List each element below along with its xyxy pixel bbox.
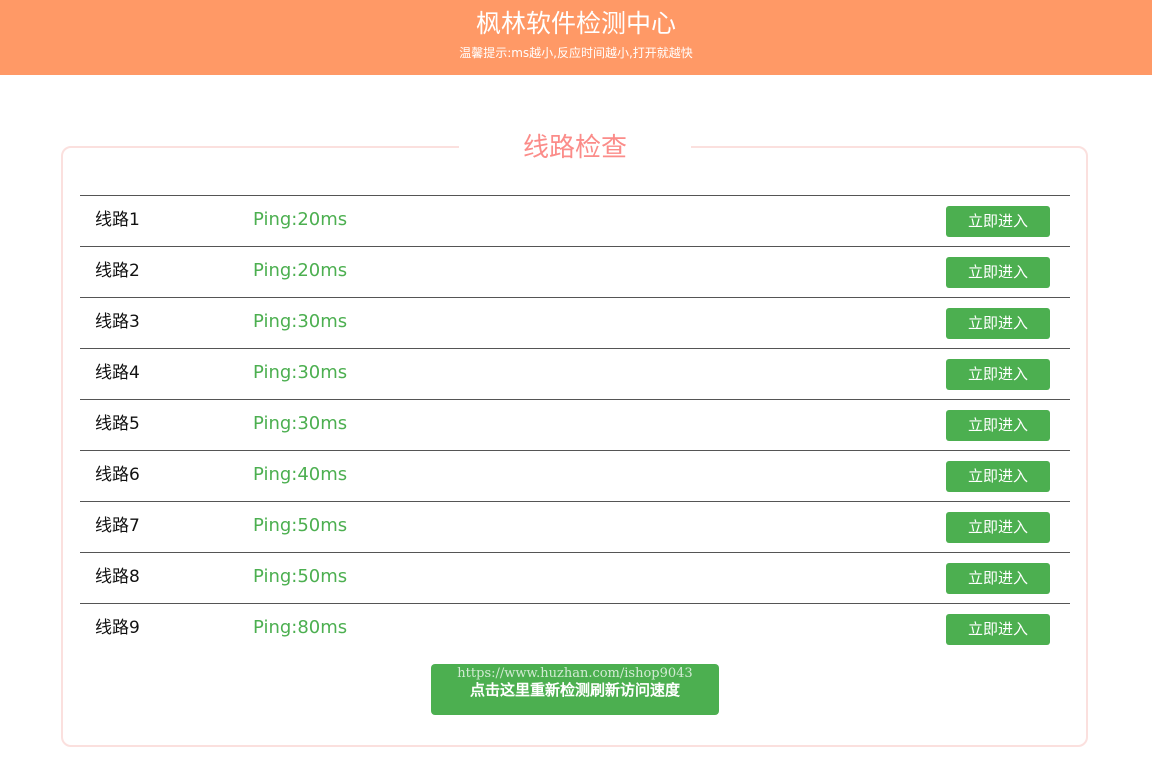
line-name: 线路1 (95, 210, 140, 230)
refresh-label: 点击这里重新检测刷新访问速度 (469, 681, 680, 699)
line-ping: Ping:30ms (253, 311, 348, 332)
page-header: 枫林软件检测中心 温馨提示:ms越小,反应时间越小,打开就越快 (0, 0, 1152, 75)
enter-button[interactable]: 立即进入 (946, 461, 1050, 492)
line-row: 线路9 Ping:80ms 立即进入 (80, 603, 1070, 654)
enter-button[interactable]: 立即进入 (946, 257, 1050, 288)
line-row: 线路5 Ping:30ms 立即进入 (80, 399, 1070, 450)
panel-title: 线路检查 (459, 128, 691, 168)
line-name: 线路6 (95, 465, 140, 485)
line-row: 线路3 Ping:30ms 立即进入 (80, 297, 1070, 348)
enter-button[interactable]: 立即进入 (946, 614, 1050, 645)
line-list: 线路1 Ping:20ms 立即进入 线路2 Ping:20ms 立即进入 线路… (80, 195, 1070, 654)
site-title: 枫林软件检测中心 (475, 9, 676, 38)
enter-button[interactable]: 立即进入 (946, 563, 1050, 594)
enter-button[interactable]: 立即进入 (946, 308, 1050, 339)
line-ping: Ping:50ms (253, 566, 348, 587)
line-name: 线路9 (95, 618, 140, 638)
line-ping: Ping:20ms (253, 209, 348, 230)
line-ping: Ping:80ms (253, 617, 348, 638)
refresh-speed-button[interactable]: https://www.huzhan.com/ishop9043 点击这里重新检… (431, 664, 719, 715)
line-ping: Ping:50ms (253, 515, 348, 536)
line-row: 线路8 Ping:50ms 立即进入 (80, 552, 1070, 603)
line-row: 线路2 Ping:20ms 立即进入 (80, 246, 1070, 297)
enter-button[interactable]: 立即进入 (946, 359, 1050, 390)
line-name: 线路7 (95, 516, 140, 536)
line-name: 线路5 (95, 414, 140, 434)
line-ping: Ping:40ms (253, 464, 348, 485)
line-row: 线路6 Ping:40ms 立即进入 (80, 450, 1070, 501)
enter-button[interactable]: 立即进入 (946, 410, 1050, 441)
line-ping: Ping:30ms (253, 362, 348, 383)
enter-button[interactable]: 立即进入 (946, 512, 1050, 543)
enter-button[interactable]: 立即进入 (946, 206, 1050, 237)
line-name: 线路4 (95, 363, 140, 383)
line-name: 线路3 (95, 312, 140, 332)
line-row: 线路4 Ping:30ms 立即进入 (80, 348, 1070, 399)
line-row: 线路7 Ping:50ms 立即进入 (80, 501, 1070, 552)
line-row: 线路1 Ping:20ms 立即进入 (80, 195, 1070, 246)
line-name: 线路8 (95, 567, 140, 587)
line-name: 线路2 (95, 261, 140, 281)
speed-tip: 温馨提示:ms越小,反应时间越小,打开就越快 (459, 46, 693, 60)
line-ping: Ping:30ms (253, 413, 348, 434)
line-ping: Ping:20ms (253, 260, 348, 281)
